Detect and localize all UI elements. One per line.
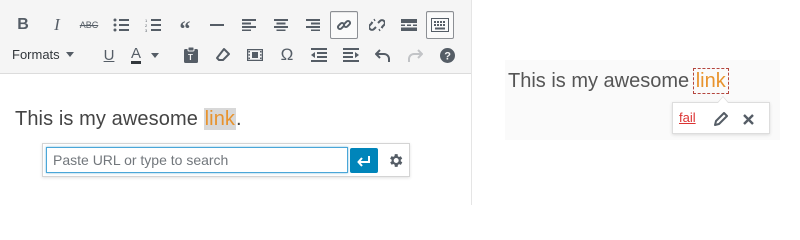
svg-text:?: ? <box>444 50 451 62</box>
redo-icon[interactable] <box>402 42 428 68</box>
close-icon <box>742 113 754 125</box>
svg-text:T: T <box>188 53 193 62</box>
numbered-list-icon[interactable]: 123 <box>140 12 166 38</box>
remove-link-button[interactable] <box>737 108 759 130</box>
selected-link-text[interactable]: link <box>203 108 237 130</box>
strikethrough-icon[interactable]: ABC <box>76 12 102 38</box>
link-url[interactable]: fail <box>679 110 696 125</box>
preview-text: This is my awesome <box>508 70 695 92</box>
insert-link-icon[interactable] <box>330 11 358 39</box>
link-insert-popover <box>42 143 410 177</box>
help-icon[interactable]: ? <box>434 42 460 68</box>
undo-icon[interactable] <box>370 42 396 68</box>
special-character-icon[interactable]: Ω <box>274 42 300 68</box>
formats-label: Formats <box>12 46 60 62</box>
italic-icon[interactable]: I <box>44 12 70 38</box>
horizontal-line-icon[interactable] <box>204 12 230 38</box>
url-search-input[interactable] <box>46 147 348 173</box>
chevron-down-icon <box>65 51 74 57</box>
clear-formatting-icon[interactable] <box>210 42 236 68</box>
inline-link-toolbar: fail <box>672 96 770 134</box>
insert-media-icon[interactable] <box>242 42 268 68</box>
edit-link-button[interactable] <box>710 108 732 130</box>
align-right-icon[interactable] <box>300 12 326 38</box>
content-text: This is my awesome <box>15 108 204 130</box>
remove-link-icon[interactable] <box>364 12 390 38</box>
formats-dropdown[interactable]: Formats <box>12 43 74 65</box>
apply-link-button[interactable] <box>350 148 378 173</box>
paste-as-text-icon[interactable]: T <box>178 42 204 68</box>
text-color-icon[interactable]: A <box>124 42 166 68</box>
blockquote-icon[interactable]: “ <box>172 12 198 41</box>
read-more-icon[interactable] <box>396 12 422 38</box>
align-center-icon[interactable] <box>268 12 294 38</box>
svg-text:3: 3 <box>145 28 148 32</box>
underline-icon[interactable]: U <box>96 42 122 68</box>
enter-icon <box>357 155 370 167</box>
toolbar-toggle-icon[interactable] <box>426 11 454 39</box>
editor-content[interactable]: This is my awesome link. <box>15 108 242 131</box>
content-suffix: . <box>236 108 242 130</box>
link-preview-panel: This is my awesome link fail <box>505 60 780 140</box>
link-options-button[interactable] <box>382 148 408 173</box>
preview-link[interactable]: link <box>692 68 729 94</box>
gear-icon <box>389 154 402 167</box>
bulleted-list-icon[interactable] <box>108 12 134 38</box>
bold-icon[interactable]: B <box>10 12 36 38</box>
pencil-icon <box>714 112 728 126</box>
increase-indent-icon[interactable] <box>338 42 364 68</box>
classic-editor: B I ABC 123 “ Formats U A T Ω ? This is … <box>0 0 472 205</box>
align-left-icon[interactable] <box>236 12 262 38</box>
decrease-indent-icon[interactable] <box>306 42 332 68</box>
editor-toolbar: B I ABC 123 “ Formats U A T Ω ? <box>0 0 471 74</box>
preview-content: This is my awesome link <box>508 68 729 94</box>
